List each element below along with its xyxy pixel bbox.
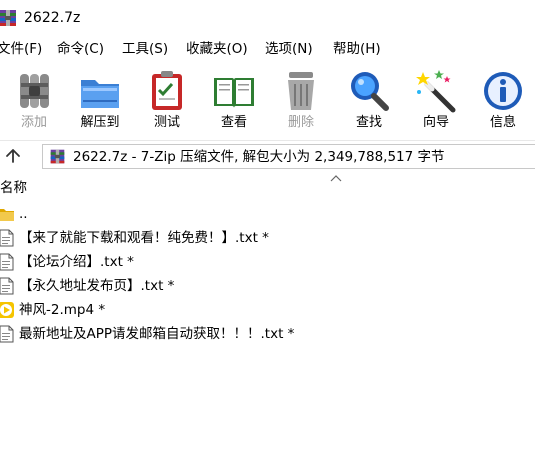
list-item[interactable]: 最新地址及APP请发邮箱自动获取！！！.txt * (0, 322, 535, 346)
file-name: 【永久地址发布页】.txt * (19, 278, 175, 294)
list-item[interactable]: 神风-2.mp4 * (0, 298, 535, 322)
find-button[interactable]: 查找 (339, 64, 399, 136)
menu-help[interactable]: 帮助(H) (333, 38, 381, 60)
delete-trash-icon (288, 72, 314, 110)
text-file-icon (0, 277, 14, 295)
text-file-icon (0, 229, 14, 247)
winrar-window: 2622.7z 文件(F) 命令(C) 工具(S) 收藏夹(O) 选项(N) 帮… (0, 0, 535, 449)
video-file-icon (0, 302, 14, 318)
delete-label: 删除 (287, 115, 314, 130)
view-button[interactable]: 查看 (204, 64, 264, 136)
archive-icon (50, 149, 65, 164)
window-title: 2622.7z (24, 10, 81, 26)
menu-bar: 文件(F) 命令(C) 工具(S) 收藏夹(O) 选项(N) 帮助(H) (0, 38, 535, 62)
list-item[interactable]: 【来了就能下载和观看！纯免费！】.txt * (0, 226, 535, 250)
info-label: 信息 (489, 115, 516, 130)
wizard-button[interactable]: 向导 (406, 64, 466, 136)
text-file-icon (0, 325, 14, 343)
menu-options[interactable]: 选项(N) (265, 38, 313, 60)
column-header: 名称 (0, 174, 535, 200)
find-label: 查找 (355, 115, 382, 130)
folder-up-icon (0, 209, 14, 221)
extract-to-button[interactable]: 解压到 (70, 64, 130, 136)
column-name-header[interactable]: 名称 (0, 179, 27, 197)
menu-favorites[interactable]: 收藏夹(O) (186, 38, 248, 60)
test-label: 测试 (153, 115, 180, 130)
file-name: 【论坛介绍】.txt * (19, 254, 134, 270)
wizard-wand-icon (416, 70, 456, 113)
winrar-archive-icon (0, 10, 16, 26)
title-bar[interactable]: 2622.7z (0, 0, 535, 36)
list-item[interactable]: 【永久地址发布页】.txt * (0, 274, 535, 298)
address-bar: 2622.7z - 7-Zip 压缩文件, 解包大小为 2,349,788,51… (0, 140, 535, 170)
file-name: 最新地址及APP请发邮箱自动获取！！！.txt * (19, 326, 295, 342)
menu-command[interactable]: 命令(C) (57, 38, 104, 60)
sort-caret-icon (330, 175, 342, 182)
delete-button[interactable]: 删除 (271, 64, 331, 136)
list-item[interactable]: 【论坛介绍】.txt * (0, 250, 535, 274)
test-button[interactable]: 测试 (137, 64, 197, 136)
extract-to-label: 解压到 (80, 115, 120, 130)
info-icon (484, 72, 522, 110)
find-magnifier-icon (351, 72, 389, 111)
wizard-label: 向导 (422, 115, 449, 130)
add-archive-icon (20, 74, 49, 108)
address-text: 2622.7z - 7-Zip 压缩文件, 解包大小为 2,349,788,51… (73, 149, 445, 165)
view-book-icon (214, 78, 254, 108)
extract-folder-icon (81, 80, 119, 108)
add-button[interactable]: 添加 (4, 64, 64, 136)
file-name: 【来了就能下载和观看！纯免费！】.txt * (19, 230, 269, 246)
toolbar: 添加 解压到 测试 查看 删除 查找 向导 信息 (0, 64, 535, 138)
up-arrow-icon[interactable] (4, 147, 22, 165)
info-button[interactable]: 信息 (473, 64, 533, 136)
test-clipboard-icon (152, 71, 182, 110)
add-label: 添加 (20, 115, 47, 130)
file-name: .. (19, 206, 28, 222)
list-item[interactable]: .. (0, 202, 535, 226)
text-file-icon (0, 253, 14, 271)
menu-tools[interactable]: 工具(S) (122, 38, 168, 60)
file-name: 神风-2.mp4 * (19, 302, 106, 318)
menu-file[interactable]: 文件(F) (0, 38, 42, 60)
address-field[interactable]: 2622.7z - 7-Zip 压缩文件, 解包大小为 2,349,788,51… (42, 144, 535, 169)
view-label: 查看 (220, 115, 247, 130)
